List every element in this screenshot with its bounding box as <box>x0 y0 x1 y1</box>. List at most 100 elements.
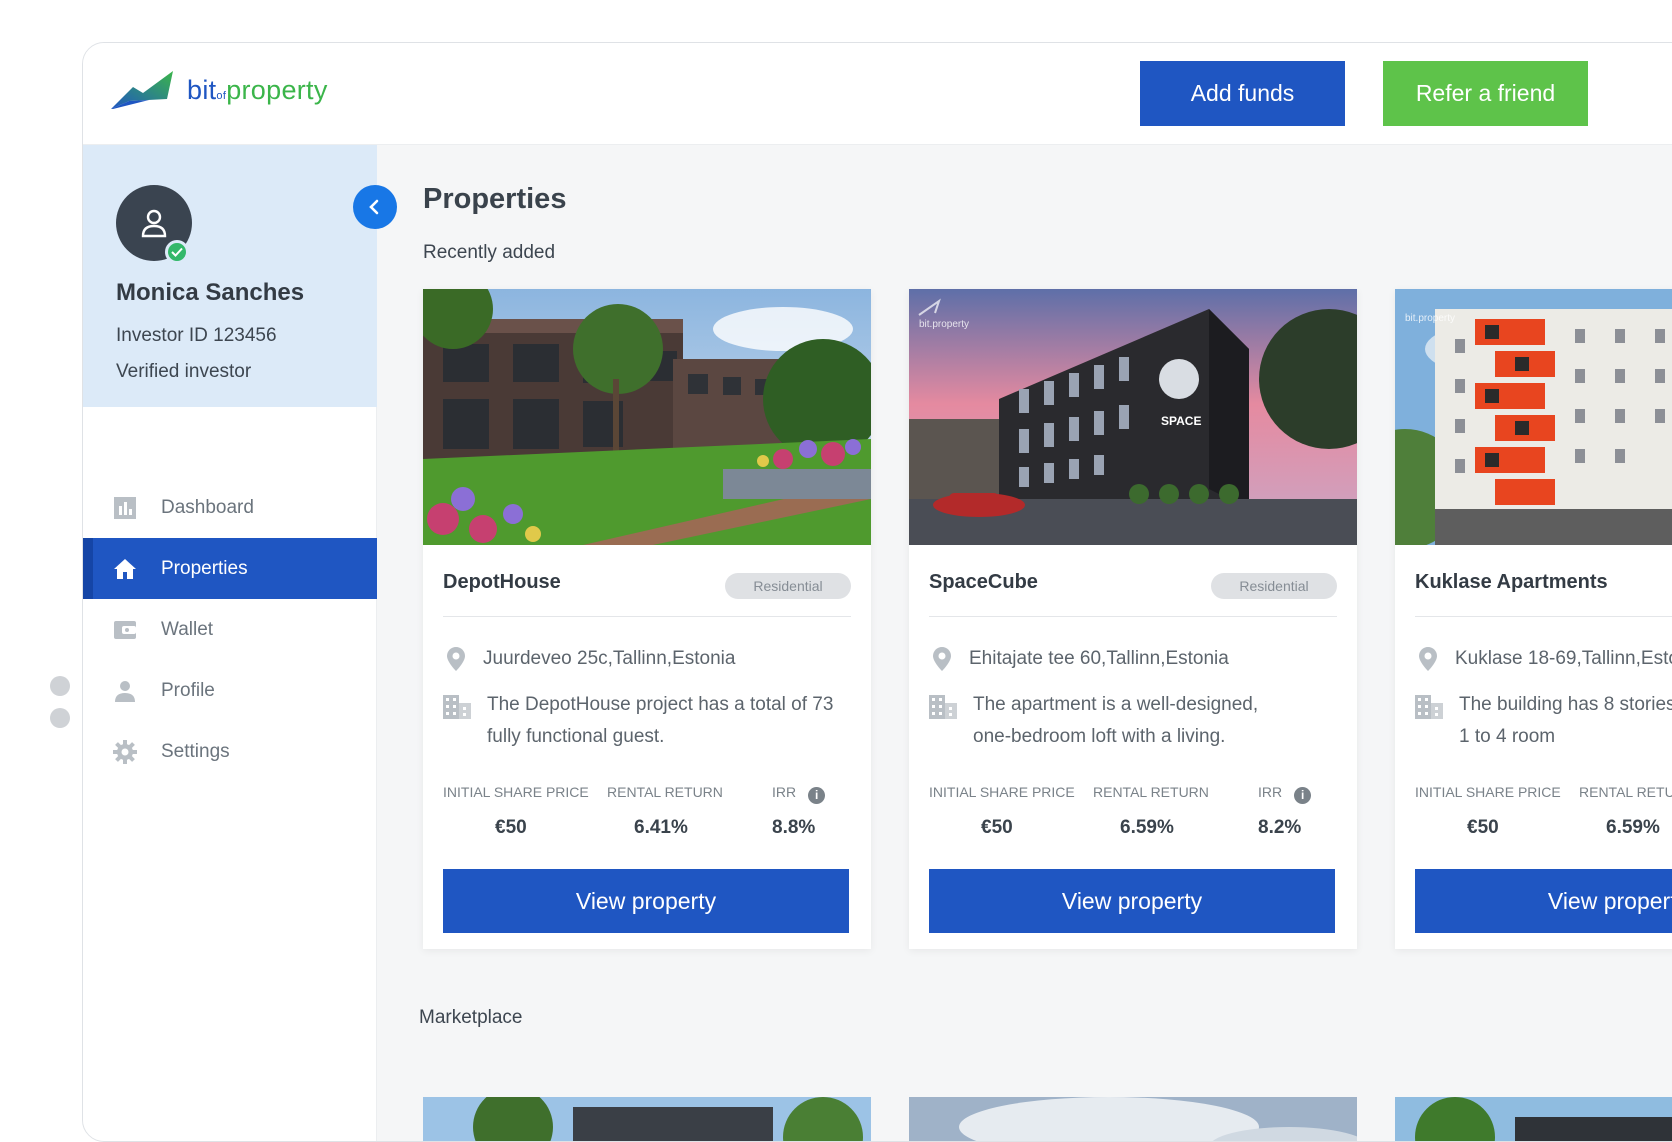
divider <box>929 616 1337 617</box>
property-description: The building has 8 stories 1 to 4 room <box>1415 689 1672 753</box>
property-title: SpaceCube <box>929 571 1038 593</box>
page-title: Properties <box>423 183 567 215</box>
sidebar: Monica Sanches Investor ID 123456 Verifi… <box>83 145 397 1141</box>
irr-value: 8.2% <box>1258 817 1302 838</box>
watermark: bit.property <box>919 319 969 330</box>
rental-return-label: RENTAL RETURN <box>607 784 723 800</box>
gear-icon <box>113 739 137 764</box>
description-line: The DepotHouse project has a total of 73 <box>487 694 834 715</box>
user-icon <box>141 209 167 238</box>
dot <box>50 708 70 728</box>
verified-check-icon <box>165 240 189 264</box>
location-pin-icon <box>443 647 469 671</box>
section-title-recent: Recently added <box>423 242 556 263</box>
divider <box>1415 616 1672 617</box>
watermark: bit.property <box>1405 313 1455 324</box>
marketplace-card[interactable] <box>909 1097 1357 1141</box>
investor-status: Verified investor <box>116 361 252 382</box>
property-address: Juurdeveo 25c,Tallinn,Estonia <box>443 647 735 671</box>
rental-return-label: RENTAL RETURN <box>1579 784 1672 800</box>
property-title: Kuklase Apartments <box>1415 571 1608 593</box>
rental-return-value: 6.59% <box>1606 817 1660 838</box>
main-content: Properties Recently added DepotHouse Res… <box>377 145 1672 1141</box>
share-price-value: €50 <box>1467 817 1499 838</box>
info-icon[interactable]: i <box>1294 787 1312 804</box>
info-icon[interactable]: i <box>808 787 826 804</box>
description-line: The apartment is a well-designed, <box>973 694 1259 715</box>
refer-friend-button[interactable]: Refer a friend <box>1383 61 1588 126</box>
top-bar: bitofproperty Add funds Refer a friend <box>83 43 1672 145</box>
location-pin-icon <box>929 647 955 671</box>
property-description: The DepotHouse project has a total of 73… <box>443 689 853 753</box>
sidebar-item-label: Properties <box>161 557 248 579</box>
rental-return-label: RENTAL RETURN <box>1093 784 1209 800</box>
property-address: Kuklase 18-69,Tallinn,Estonia <box>1415 647 1672 671</box>
user-name: Monica Sanches <box>116 279 305 306</box>
share-price-label: INITIAL SHARE PRICE <box>443 784 589 800</box>
share-price-value: €50 <box>495 817 527 838</box>
category-badge: Residential <box>1211 573 1337 599</box>
rental-return-value: 6.59% <box>1120 817 1174 838</box>
investor-id: Investor ID 123456 <box>116 325 277 346</box>
sidebar-nav: Dashboard Properties Wallet Profile Sett… <box>83 477 377 782</box>
home-icon <box>113 557 137 581</box>
sidebar-item-properties[interactable]: Properties <box>83 538 377 599</box>
property-description: The apartment is a well-designed, one-bed… <box>929 689 1339 753</box>
building-icon <box>443 689 473 753</box>
share-price-label: INITIAL SHARE PRICE <box>1415 784 1561 800</box>
description-line: fully functional guest. <box>487 726 665 747</box>
chart-icon <box>113 496 137 520</box>
app-window: bitofproperty Add funds Refer a friend M… <box>82 42 1672 1142</box>
marketplace-card[interactable] <box>1395 1097 1672 1141</box>
description-line: one-bedroom loft with a living. <box>973 726 1226 747</box>
irr-label: IRR <box>772 784 797 800</box>
property-image[interactable] <box>423 289 871 545</box>
sidebar-item-label: Dashboard <box>161 496 254 518</box>
property-image[interactable]: bit.property SPACE <box>909 289 1357 545</box>
marketplace-card[interactable] <box>423 1097 871 1141</box>
window-dots <box>50 676 70 740</box>
building-icon <box>1415 689 1445 753</box>
description-line: The building has 8 stories <box>1459 694 1672 715</box>
add-funds-button[interactable]: Add funds <box>1140 61 1345 126</box>
property-image[interactable]: bit.property <box>1395 289 1672 545</box>
property-card-spacecube[interactable]: bit.property SPACE SpaceCube Residential… <box>909 289 1357 949</box>
description-line: 1 to 4 room <box>1459 726 1556 747</box>
view-property-button[interactable]: View property <box>929 869 1335 933</box>
section-title-marketplace: Marketplace <box>419 1007 523 1028</box>
dot <box>50 676 70 696</box>
building-sign: SPACE <box>1161 414 1201 428</box>
sidebar-item-dashboard[interactable]: Dashboard <box>83 477 377 538</box>
sidebar-item-label: Wallet <box>161 618 214 640</box>
irr-label: IRR <box>1258 784 1283 800</box>
share-price-value: €50 <box>981 817 1013 838</box>
divider <box>443 616 851 617</box>
property-card-depothouse[interactable]: DepotHouse Residential Juurdeveo 25c,Tal… <box>423 289 871 949</box>
irr-value: 8.8% <box>772 817 816 838</box>
sidebar-item-label: Profile <box>161 679 215 701</box>
building-icon <box>929 689 959 753</box>
category-badge: Residential <box>725 573 851 599</box>
sidebar-item-label: Settings <box>161 740 230 762</box>
location-pin-icon <box>1415 647 1441 671</box>
property-title: DepotHouse <box>443 571 561 593</box>
chevron-left-icon <box>369 199 379 215</box>
logo-icon <box>111 71 173 109</box>
property-address: Ehitajate tee 60,Tallinn,Estonia <box>929 647 1229 671</box>
rental-return-value: 6.41% <box>634 817 688 838</box>
profile-card: Monica Sanches Investor ID 123456 Verifi… <box>83 145 377 407</box>
logo[interactable]: bitofproperty <box>109 69 328 111</box>
address-text: Ehitajate tee 60,Tallinn,Estonia <box>969 648 1229 669</box>
collapse-sidebar-button[interactable] <box>353 185 397 229</box>
user-icon <box>113 679 137 703</box>
sidebar-item-settings[interactable]: Settings <box>83 721 377 782</box>
address-text: Kuklase 18-69,Tallinn,Estonia <box>1455 648 1672 669</box>
address-text: Juurdeveo 25c,Tallinn,Estonia <box>483 648 736 669</box>
sidebar-item-profile[interactable]: Profile <box>83 660 377 721</box>
view-property-button[interactable]: View property <box>443 869 849 933</box>
property-card-kuklase[interactable]: bit.property Kuklase Apartments Kuklase … <box>1395 289 1672 949</box>
wallet-icon <box>113 618 137 642</box>
view-property-button[interactable]: View property <box>1415 869 1672 933</box>
logo-text: bitofproperty <box>187 74 328 105</box>
sidebar-item-wallet[interactable]: Wallet <box>83 599 377 660</box>
